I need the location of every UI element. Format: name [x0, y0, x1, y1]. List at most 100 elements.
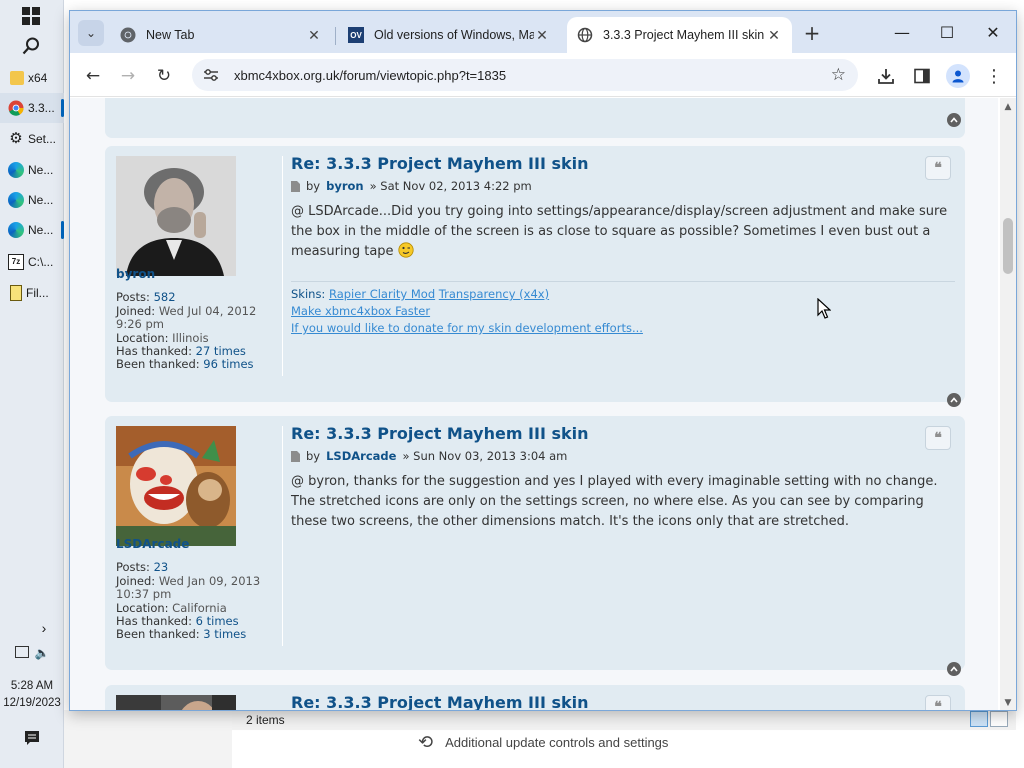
quote-button[interactable]: ❝	[925, 156, 951, 180]
close-tab-icon[interactable]: ✕	[306, 27, 322, 44]
oldversion-icon: OV	[348, 27, 364, 43]
post-body: Re: 3.3.3 Project Mayhem III skin	[291, 693, 955, 710]
post-date: » Sun Nov 03, 2013 3:04 am	[402, 449, 568, 463]
post-text: @ LSDArcade...Did you try going into set…	[291, 204, 948, 259]
taskbar-app-settings[interactable]: ⚙ Set...	[0, 124, 64, 154]
reload-button[interactable]: ↻	[151, 63, 177, 89]
downloads-button[interactable]	[873, 63, 899, 89]
browser-toolbar: ← → ↻ xbmc4xbox.org.uk/forum/viewtopic.p…	[70, 53, 1016, 97]
back-to-top-icon[interactable]	[947, 113, 961, 127]
close-window-button[interactable]: ✕	[973, 19, 1013, 45]
forward-button[interactable]: →	[115, 63, 141, 89]
avatar[interactable]	[116, 695, 236, 710]
edge-icon	[8, 222, 24, 238]
signature-link-donate[interactable]: If you would like to donate for my skin …	[291, 321, 643, 335]
taskbar-app-folder[interactable]: x64	[0, 63, 64, 93]
bookmark-star-icon[interactable]: ☆	[831, 65, 846, 85]
taskbar-app-7zip[interactable]: 7z C:\...	[0, 247, 64, 277]
site-info-icon[interactable]	[202, 66, 220, 84]
scroll-down-arrow-icon[interactable]: ▼	[1000, 698, 1016, 708]
taskbar-app-file[interactable]: Fil...	[0, 278, 64, 308]
taskbar-app-chrome[interactable]: 3.3...	[0, 93, 64, 123]
post-page-icon[interactable]	[291, 450, 300, 462]
username-link[interactable]: byron	[116, 267, 276, 281]
status-item-count: 2 items	[246, 713, 285, 727]
post-title-link[interactable]: Re: 3.3.3 Project Mayhem III skin	[291, 154, 589, 173]
menu-button[interactable]: ⋮	[981, 63, 1007, 89]
edge-icon	[8, 192, 24, 208]
taskbar-app-edge-2[interactable]: Ne...	[0, 185, 64, 215]
address-bar[interactable]: xbmc4xbox.org.uk/forum/viewtopic.php?t=1…	[192, 59, 858, 91]
folder-icon	[10, 71, 24, 85]
forum-page: byron Posts: 582 Joined: Wed Jul 04, 201…	[70, 98, 998, 710]
clock-date[interactable]: 12/19/2023	[0, 697, 64, 709]
quote-icon: ❝	[934, 699, 942, 710]
wink-smiley-icon	[398, 242, 414, 258]
details-view-icon[interactable]	[970, 711, 988, 727]
post-title-link[interactable]: Re: 3.3.3 Project Mayhem III skin	[291, 693, 589, 710]
avatar[interactable]	[116, 156, 236, 276]
page-scrollbar[interactable]: ▲ ▼	[1000, 98, 1016, 710]
has-thanked-link[interactable]: 6 times	[196, 614, 239, 628]
post-count-link[interactable]: 582	[154, 290, 176, 304]
tab-strip: ⌄ New Tab ✕ OV Old versions of Windows, …	[70, 11, 1016, 53]
update-options-item[interactable]: ⟲ Additional update controls and setting…	[418, 732, 668, 753]
post-meta: by byron » Sat Nov 02, 2013 4:22 pm	[291, 179, 532, 193]
tab-project-mayhem[interactable]: 3.3.3 Project Mayhem III skin ✕	[567, 17, 792, 53]
minimize-button[interactable]: —	[882, 19, 922, 45]
profile-button[interactable]	[946, 64, 970, 88]
tab-search-button[interactable]: ⌄	[78, 20, 104, 46]
taskbar-app-label: Ne...	[28, 193, 54, 207]
quote-button[interactable]: ❝	[925, 695, 951, 710]
taskbar-app-label: Fil...	[26, 286, 49, 300]
network-icon[interactable]	[14, 646, 29, 658]
search-button[interactable]	[0, 34, 64, 58]
post-date: » Sat Nov 02, 2013 4:22 pm	[369, 179, 532, 193]
post-signature: Skins: Rapier Clarity Mod Transparency (…	[291, 281, 955, 337]
signature-link-rapier[interactable]: Rapier Clarity Mod	[329, 287, 435, 301]
update-options-text: Additional update controls and settings	[445, 735, 669, 750]
scrollbar-thumb[interactable]	[1003, 218, 1013, 274]
quote-button[interactable]: ❝	[925, 426, 951, 450]
start-button[interactable]	[0, 4, 64, 28]
maximize-button[interactable]: ☐	[927, 19, 967, 45]
taskbar-app-label: Ne...	[28, 163, 54, 177]
new-tab-button[interactable]: +	[800, 21, 824, 45]
close-tab-icon[interactable]: ✕	[534, 27, 550, 44]
username-link[interactable]: LSDArcade	[116, 537, 276, 551]
tab-old-versions[interactable]: OV Old versions of Windows, Mac ✕	[338, 17, 560, 53]
tab-new-tab[interactable]: New Tab ✕	[110, 17, 332, 53]
post-title-link[interactable]: Re: 3.3.3 Project Mayhem III skin	[291, 424, 589, 443]
signature-link-faster[interactable]: Make xbmc4xbox Faster	[291, 304, 430, 318]
tiles-view-icon[interactable]	[990, 711, 1008, 727]
signature-link-transparency[interactable]: Transparency (x4x)	[439, 287, 549, 301]
forum-post: Re: 3.3.3 Project Mayhem III skin ❝	[105, 685, 965, 710]
post-body: Re: 3.3.3 Project Mayhem III skin by LSD…	[291, 424, 955, 624]
speaker-muted-icon[interactable]: 🔈	[35, 646, 50, 660]
side-panel-button[interactable]	[909, 63, 935, 89]
scroll-up-arrow-icon[interactable]: ▲	[1000, 102, 1016, 112]
been-thanked-link[interactable]: 3 times	[203, 627, 246, 641]
taskbar-app-edge-3[interactable]: Ne...	[0, 215, 64, 245]
notification-icon[interactable]	[0, 730, 64, 749]
tab-title: New Tab	[146, 28, 195, 42]
chevron-down-icon: ⌄	[85, 26, 97, 40]
back-button[interactable]: ←	[80, 63, 106, 89]
been-thanked-link[interactable]: 96 times	[203, 357, 253, 371]
location-value: Illinois	[172, 330, 209, 345]
taskbar-app-edge-1[interactable]: Ne...	[0, 155, 64, 185]
clock-time[interactable]: 5:28 AM	[0, 680, 64, 692]
post-page-icon[interactable]	[291, 180, 300, 192]
avatar[interactable]	[116, 426, 236, 546]
author-link[interactable]: LSDArcade	[326, 449, 396, 463]
chevron-up-icon[interactable]: ›	[26, 620, 62, 636]
back-to-top-icon[interactable]	[947, 662, 961, 676]
arrow-left-icon: ←	[85, 66, 101, 86]
post-count-link[interactable]: 23	[154, 560, 169, 574]
back-to-top-icon[interactable]	[947, 393, 961, 407]
tab-title: Old versions of Windows, Mac	[374, 28, 534, 42]
author-link[interactable]: byron	[326, 179, 364, 193]
close-tab-icon[interactable]: ✕	[766, 27, 782, 44]
has-thanked-link[interactable]: 27 times	[196, 344, 246, 358]
taskbar-app-label: Set...	[28, 132, 57, 146]
